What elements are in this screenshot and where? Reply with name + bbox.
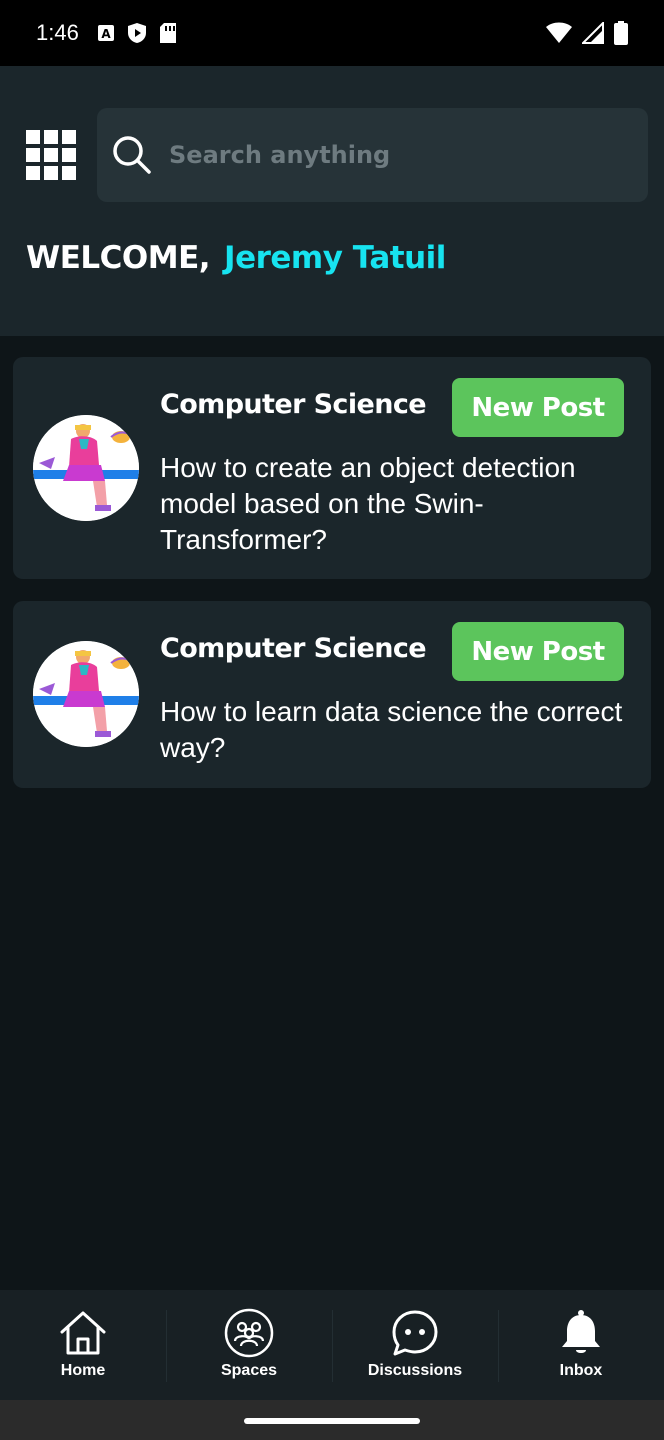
new-post-badge: New Post — [452, 622, 624, 681]
shield-play-icon — [127, 23, 146, 43]
space-name: Computer Science — [160, 633, 427, 664]
post-question: How to learn data science the correct wa… — [160, 696, 623, 763]
search-input[interactable] — [169, 141, 609, 169]
space-avatar — [33, 641, 139, 747]
welcome-label: WELCOME, — [26, 240, 211, 276]
welcome-text: WELCOME, Jeremy Tatuil — [26, 240, 446, 276]
nav-label: Home — [60, 1362, 106, 1379]
nav-label: Spaces — [220, 1362, 278, 1379]
svg-text:A: A — [101, 27, 111, 41]
status-icons-right — [546, 21, 628, 45]
nav-spaces[interactable]: Spaces — [166, 1290, 332, 1400]
chat-icon — [392, 1310, 438, 1356]
status-bar: 1:46 A — [0, 0, 664, 66]
space-avatar — [33, 415, 139, 521]
home-icon — [60, 1311, 106, 1355]
gesture-area — [0, 1400, 664, 1440]
nav-discussions[interactable]: Discussions — [332, 1290, 498, 1400]
header: WELCOME, Jeremy Tatuil — [0, 66, 664, 336]
post-card[interactable]: Computer Science New Post How to learn d… — [13, 601, 651, 788]
nav-label: Inbox — [559, 1362, 603, 1379]
bell-icon — [562, 1310, 600, 1353]
grid-icon[interactable] — [26, 130, 76, 180]
new-post-badge: New Post — [452, 378, 624, 437]
post-card[interactable]: Computer Science New Post How to create … — [13, 357, 651, 579]
home-gesture-handle[interactable] — [244, 1418, 420, 1424]
search-icon — [113, 136, 151, 174]
wifi-icon — [546, 22, 572, 43]
space-name: Computer Science — [160, 389, 427, 420]
search-bar[interactable] — [97, 108, 648, 202]
nav-home[interactable]: Home — [0, 1290, 166, 1400]
battery-icon — [614, 21, 628, 45]
user-name: Jeremy Tatuil — [224, 240, 446, 276]
post-question: How to create an object detection model … — [160, 452, 576, 555]
status-time: 1:46 — [36, 20, 79, 45]
status-icons-left: A — [97, 22, 177, 44]
people-icon — [224, 1308, 274, 1358]
signal-icon — [582, 22, 604, 44]
nav-label: Discussions — [367, 1362, 463, 1379]
bottom-nav: Home Spaces Discussions Inbox — [0, 1290, 664, 1400]
a-icon: A — [97, 25, 114, 41]
nav-inbox[interactable]: Inbox — [498, 1290, 664, 1400]
sd-card-icon — [159, 23, 176, 43]
